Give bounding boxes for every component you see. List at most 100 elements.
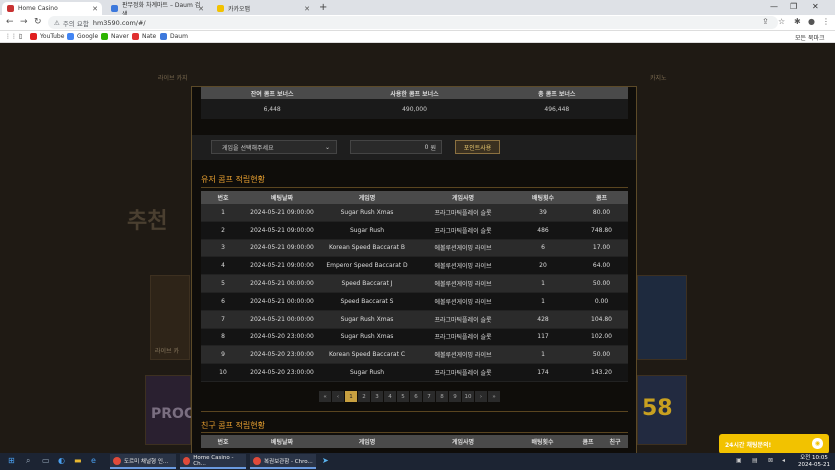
summary-values: 6,448 490,000 496,448 bbox=[201, 99, 628, 119]
menu-icon[interactable]: ⋮ bbox=[822, 17, 830, 26]
table-cell: 20 bbox=[539, 262, 547, 270]
table-row: 9 2024-05-20 23:00:00 Korean Speed Baccara… bbox=[201, 346, 628, 365]
bookmark-nate[interactable]: Nate bbox=[132, 33, 156, 40]
file-explorer-icon[interactable]: ▬ bbox=[74, 456, 82, 465]
close-tab-icon[interactable]: ✕ bbox=[198, 5, 204, 13]
table-cell: 2024-05-20 23:00:00 bbox=[250, 333, 314, 341]
table-cell: Sugar Rush bbox=[349, 226, 385, 234]
table-cell: 10 bbox=[219, 369, 227, 377]
tab-title: Home Casino bbox=[18, 5, 58, 12]
telegram-icon[interactable]: ➤ bbox=[322, 456, 329, 465]
page-button[interactable]: 4 bbox=[384, 391, 396, 402]
table-cell: 50.00 bbox=[592, 280, 611, 288]
chrome-icon bbox=[183, 456, 191, 465]
bg-card-label: 58 bbox=[642, 396, 673, 421]
warning-icon: ⚠ bbox=[54, 18, 60, 27]
network-tray-icon[interactable]: ▣ bbox=[736, 457, 742, 464]
table-row: 1 2024-05-21 09:00:00 Sugar Rush Xmas 프라그마틱… bbox=[201, 204, 628, 222]
page-button[interactable]: 6 bbox=[410, 391, 422, 402]
nate-icon bbox=[132, 33, 139, 40]
bookmark-label: YouTube bbox=[40, 33, 65, 40]
friend-comp-table: 번호 베팅날짜 게임명 게임사명 배팅횟수 콤프 친구 bbox=[201, 435, 628, 448]
clock-date: 2024-05-21 bbox=[798, 462, 830, 468]
table-cell: 2024-05-21 09:00:00 bbox=[250, 262, 314, 270]
bookmark-star-icon[interactable]: ☆ bbox=[778, 17, 785, 26]
volume-tray-icon[interactable]: ◂ bbox=[782, 457, 785, 464]
address-bar[interactable]: ⚠ 주의 요함 hm3590.com/#/ bbox=[48, 16, 778, 29]
chevron-down-icon: ⌄ bbox=[324, 143, 330, 151]
chrome-icon bbox=[113, 456, 121, 465]
game-select[interactable]: 게임을 선택해주세요 ⌄ bbox=[211, 140, 337, 154]
table-cell: Sugar Rush Xmas bbox=[340, 208, 394, 216]
table-cell: 2024-05-20 23:00:00 bbox=[250, 351, 314, 359]
windows-start-icon[interactable]: ⊞ bbox=[8, 456, 15, 465]
table-cell: 64.00 bbox=[592, 262, 611, 270]
maximize-icon[interactable]: ❐ bbox=[790, 2, 797, 11]
use-points-button[interactable]: 포인트사용 bbox=[455, 140, 500, 154]
taskbar-chrome-2[interactable]: Home Casino - Ch... bbox=[180, 454, 246, 469]
bookmark-google[interactable]: Google bbox=[67, 33, 98, 40]
close-window-icon[interactable]: ✕ bbox=[812, 2, 819, 11]
task-view-icon[interactable]: ▭ bbox=[42, 456, 50, 465]
back-icon[interactable]: ← bbox=[6, 17, 14, 27]
naver-icon bbox=[101, 33, 108, 40]
page-button[interactable]: ‹ bbox=[332, 391, 344, 402]
header-cell: 게임사명 bbox=[451, 439, 475, 446]
notification-tray-icon[interactable]: ⊠ bbox=[768, 457, 773, 464]
page-button[interactable]: 8 bbox=[436, 391, 448, 402]
share-icon[interactable]: ⇪ bbox=[762, 17, 769, 26]
page-button[interactable]: » bbox=[488, 391, 500, 402]
table-cell: 0.00 bbox=[594, 297, 609, 305]
header-cell: 번호 bbox=[217, 195, 229, 202]
table-row: 10 2024-05-20 23:00:00 Sugar Rush 프라그마틱플레이 … bbox=[201, 364, 628, 382]
kakaotalk-tray-icon[interactable]: ▤ bbox=[752, 457, 758, 464]
table-cell: 1 bbox=[221, 208, 225, 216]
new-tab-icon[interactable]: + bbox=[319, 2, 327, 13]
bookmark-youtube[interactable]: YouTube bbox=[30, 33, 64, 40]
table-cell: 17.00 bbox=[592, 244, 611, 252]
page-button[interactable]: 1 bbox=[345, 391, 357, 402]
forward-icon[interactable]: → bbox=[20, 17, 28, 27]
close-tab-icon[interactable]: ✕ bbox=[92, 5, 98, 13]
page-button[interactable]: 10 bbox=[462, 391, 474, 402]
chrome-icon bbox=[253, 456, 261, 465]
tab-kakaomap[interactable]: 카카오맵 ✕ bbox=[212, 2, 314, 15]
amount-unit: 원 bbox=[430, 144, 436, 152]
table-cell: 6 bbox=[541, 244, 545, 252]
system-clock[interactable]: 오전 10:05 2024-05-21 bbox=[798, 455, 830, 469]
table-cell: 에볼루션게이밍 라이브 bbox=[434, 245, 492, 253]
bookmark-daum[interactable]: Daum bbox=[160, 33, 188, 40]
table-cell: 104.80 bbox=[591, 315, 612, 323]
page-button[interactable]: 2 bbox=[358, 391, 370, 402]
page-button[interactable]: « bbox=[319, 391, 331, 402]
reload-icon[interactable]: ↻ bbox=[34, 17, 42, 27]
live-chat-button[interactable]: 24시간 채팅문의! ◉ bbox=[719, 434, 829, 454]
page-button[interactable]: 9 bbox=[449, 391, 461, 402]
table-cell: Speed Baccarat J bbox=[341, 280, 393, 288]
page-button[interactable]: 3 bbox=[371, 391, 383, 402]
page-button[interactable]: › bbox=[475, 391, 487, 402]
tab-daum-search[interactable]: 판무정화 차계마트 – Daum 검색 ✕ bbox=[106, 2, 208, 18]
profile-icon[interactable]: ● bbox=[808, 17, 815, 26]
edge-icon[interactable]: ◐ bbox=[58, 456, 65, 465]
table-cell: 117 bbox=[537, 333, 549, 341]
ie-icon[interactable]: e bbox=[91, 456, 96, 465]
chat-label: 24시간 채팅문의! bbox=[725, 441, 772, 449]
table-cell: 6 bbox=[221, 297, 225, 305]
page-button[interactable]: 7 bbox=[423, 391, 435, 402]
extensions-icon[interactable]: ✱ bbox=[794, 17, 801, 26]
bookmark-folder-icon[interactable]: ▯ bbox=[19, 33, 22, 40]
taskbar-chrome-1[interactable]: 도르미 채널형 인... bbox=[110, 454, 176, 469]
search-icon[interactable]: ⌕ bbox=[26, 456, 30, 466]
tab-home-casino[interactable]: Home Casino ✕ bbox=[2, 2, 102, 15]
comp-use-controls: 게임을 선택해주세요 ⌄ 0 원 포인트사용 bbox=[192, 135, 636, 160]
taskbar-chrome-3[interactable]: 복권보관함 - Chro... bbox=[250, 454, 316, 469]
page-button[interactable]: 5 bbox=[397, 391, 409, 402]
bg-card-right bbox=[637, 275, 687, 360]
amount-input[interactable]: 0 원 bbox=[350, 140, 442, 154]
close-tab-icon[interactable]: ✕ bbox=[304, 5, 310, 13]
minimize-icon[interactable]: — bbox=[770, 2, 778, 11]
all-bookmarks[interactable]: 모든 북마크 bbox=[795, 33, 825, 42]
table-cell: 1 bbox=[541, 280, 545, 288]
bookmark-naver[interactable]: Naver bbox=[101, 33, 129, 40]
